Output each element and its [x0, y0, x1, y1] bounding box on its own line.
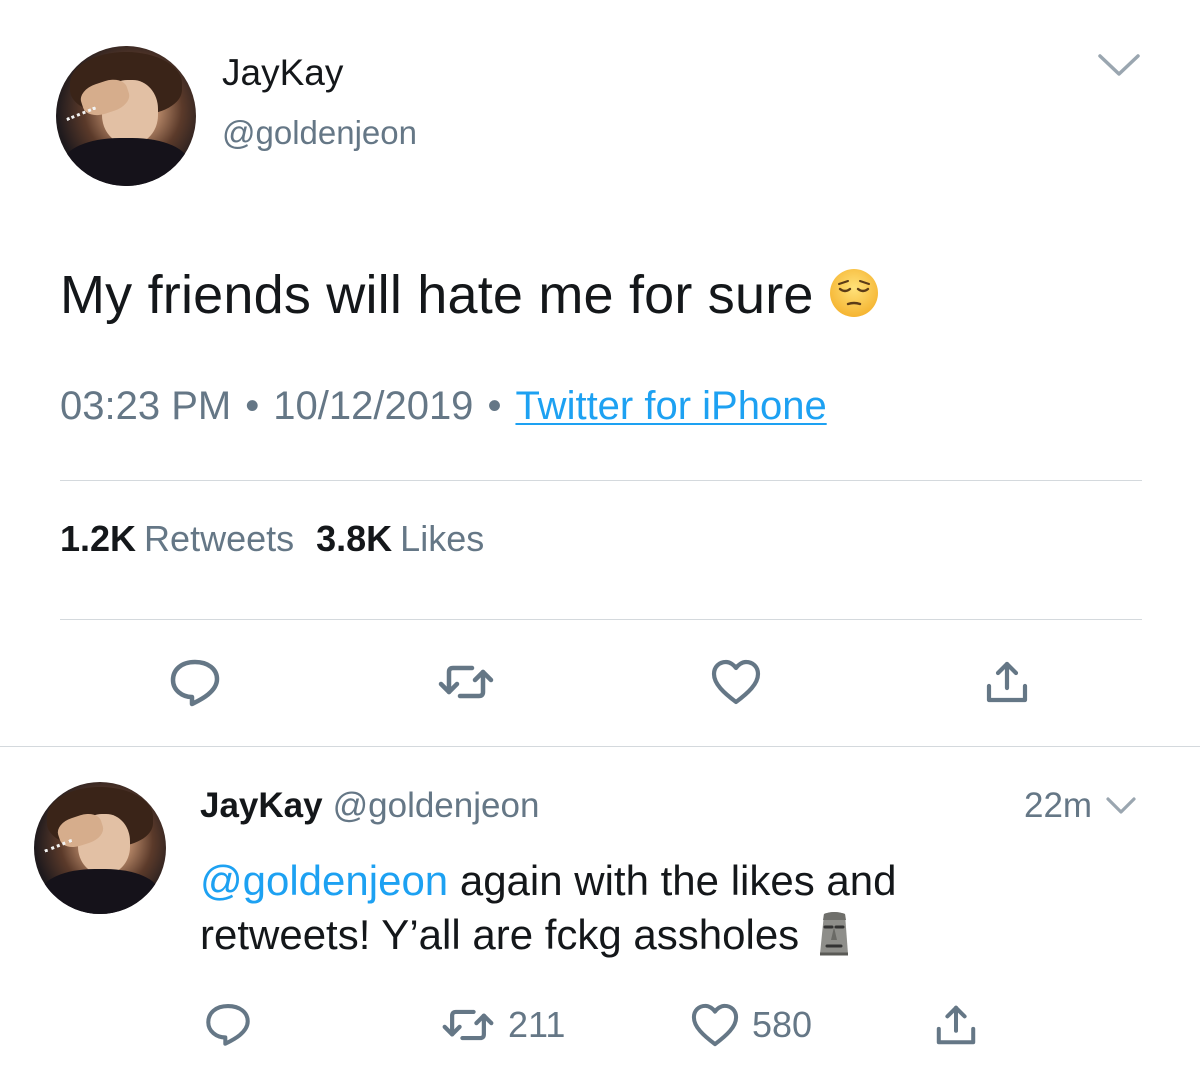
reply-text-line2: retweets! Y’all are fckg assholes: [200, 911, 800, 958]
reply-text-line: @goldenjeon again with the likes and: [200, 854, 1060, 908]
pensive-face-icon: [828, 267, 880, 319]
like-icon: [711, 659, 761, 705]
reply-author-name[interactable]: JayKay: [200, 786, 323, 825]
tweet-time: 03:23 PM: [60, 384, 232, 428]
divider: [0, 746, 1200, 747]
retweets-count[interactable]: 1.2K: [60, 518, 136, 559]
likes-label[interactable]: Likes: [400, 518, 484, 559]
share-icon: [936, 1005, 976, 1045]
tweet-text: My friends will hate me for sure: [60, 264, 880, 326]
chevron-down-icon[interactable]: [1096, 50, 1142, 80]
likes-count[interactable]: 3.8K: [316, 518, 392, 559]
reply-share-button[interactable]: [934, 1002, 978, 1048]
share-icon: [986, 661, 1028, 703]
retweet-icon: [442, 1009, 494, 1041]
reply-mention-link[interactable]: @goldenjeon: [200, 857, 448, 904]
moai-icon: [815, 910, 853, 958]
reply-header: JayKay @goldenjeon: [200, 786, 539, 826]
like-icon: [691, 1003, 739, 1047]
reply-reply-button[interactable]: [202, 1000, 254, 1048]
retweet-button[interactable]: [436, 660, 496, 704]
reply-retweet-button[interactable]: 211: [440, 1004, 565, 1046]
like-button[interactable]: [710, 658, 762, 706]
reply-text: @goldenjeon again with the likes and ret…: [200, 854, 1060, 962]
reply-text-line1: again with the likes and: [448, 857, 897, 904]
divider: [60, 480, 1142, 481]
tweet-meta: 03:23 PM • 10/12/2019 • Twitter for iPhone: [60, 384, 827, 429]
author-handle[interactable]: @goldenjeon: [222, 114, 417, 152]
retweets-label[interactable]: Retweets: [144, 518, 294, 559]
reply-time-ago: 22m: [1024, 786, 1093, 825]
meta-separator: •: [245, 384, 260, 428]
reply-like-button[interactable]: 580: [690, 1002, 812, 1048]
tweet-text-content: My friends will hate me for sure: [60, 265, 814, 325]
reply-icon: [170, 659, 220, 707]
share-button[interactable]: [984, 658, 1030, 706]
reply-avatar[interactable]: [34, 782, 166, 914]
tweet-date: 10/12/2019: [273, 384, 474, 428]
meta-separator: •: [487, 384, 502, 428]
reply-like-count: 580: [752, 1004, 813, 1045]
reply-icon: [206, 1004, 250, 1046]
tweet-stats: 1.2K Retweets 3.8K Likes: [60, 518, 506, 560]
author-name[interactable]: JayKay: [222, 52, 343, 94]
chevron-down-icon[interactable]: [1104, 794, 1138, 818]
reply-time: 22m: [1024, 786, 1138, 826]
retweet-icon: [438, 665, 494, 699]
reply-button[interactable]: [166, 656, 224, 708]
reply-text-line: retweets! Y’all are fckg assholes: [200, 908, 1060, 962]
tweet-source-link[interactable]: Twitter for iPhone: [515, 384, 826, 428]
divider: [60, 619, 1142, 620]
reply-retweet-count: 211: [508, 1004, 566, 1045]
avatar[interactable]: [56, 46, 196, 186]
reply-author-handle[interactable]: @goldenjeon: [333, 786, 540, 825]
